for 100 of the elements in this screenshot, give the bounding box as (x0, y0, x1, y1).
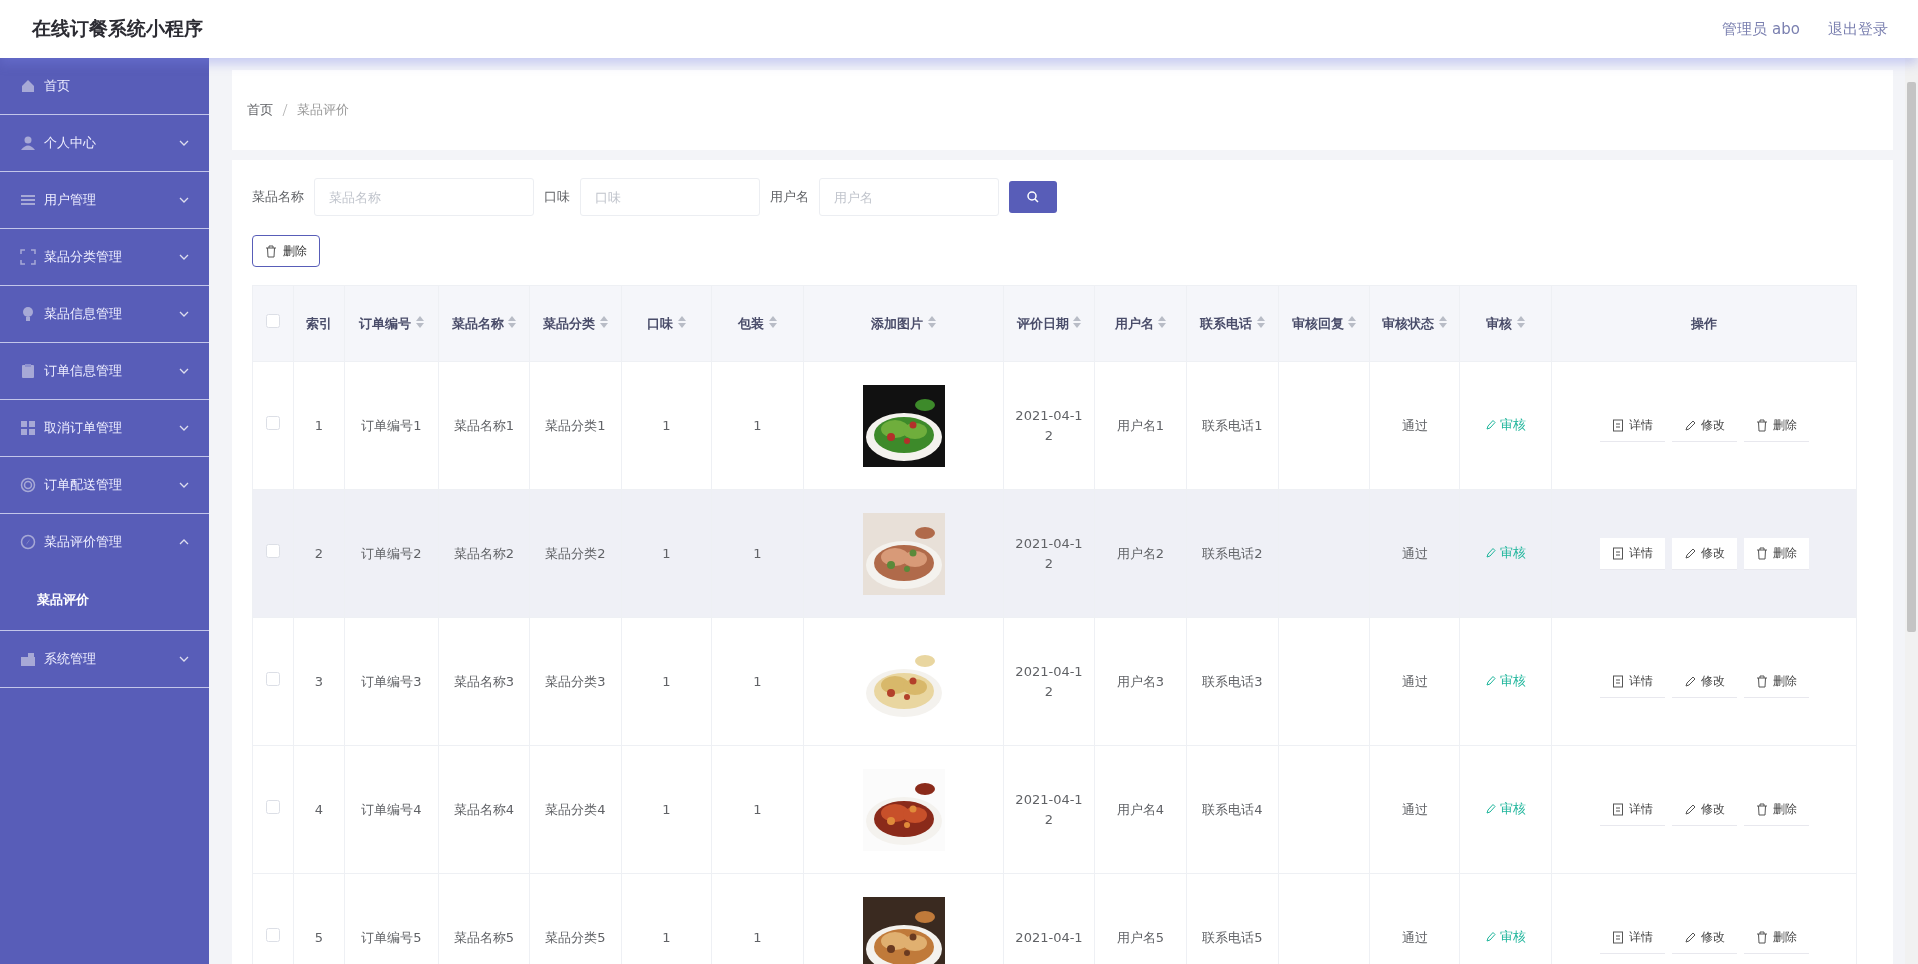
pencil-icon (1683, 546, 1696, 560)
search-button[interactable] (1009, 181, 1057, 213)
grid-icon (20, 420, 36, 436)
breadcrumb-link[interactable]: 首页 (247, 101, 273, 119)
table-cell: 菜品名称1 (453, 417, 515, 433)
bulb-icon (20, 306, 36, 322)
trash-icon (1755, 418, 1768, 432)
column-header[interactable]: 审核 (1486, 315, 1513, 331)
sidebar-item[interactable]: 菜品分类管理 (0, 229, 209, 285)
table-cell: 1 (662, 417, 671, 433)
table-cell: 2021-04-12 (1015, 791, 1083, 827)
column-header[interactable]: 联系电话 (1200, 315, 1253, 331)
column-header[interactable]: 用户名 (1114, 315, 1154, 331)
table-cell: 1 (314, 417, 324, 433)
checkbox[interactable] (266, 543, 280, 558)
breadcrumb-current: 菜品评价 (297, 101, 349, 119)
compass-icon (20, 534, 36, 550)
table-cell: 2021-04-12 (1015, 535, 1083, 571)
trash-icon (265, 244, 277, 258)
table-cell: 联系电话5 (1202, 929, 1263, 945)
table-cell: 菜品名称3 (453, 673, 515, 689)
field-label: 用户名 (770, 188, 809, 206)
clipboard-icon (20, 363, 36, 379)
table-cell: 1 (753, 929, 762, 945)
table-cell: 3 (314, 673, 324, 689)
pencil-icon (1683, 674, 1696, 688)
sidebar-item[interactable]: 用户管理 (0, 172, 209, 228)
input-field[interactable]: 菜品名称 (314, 178, 534, 216)
column-header[interactable]: 评价日期 (1016, 315, 1069, 331)
trash-icon (1755, 674, 1768, 688)
table-cell: 4 (314, 801, 324, 817)
action-button[interactable]: 详情 (1599, 537, 1665, 570)
document-icon (1611, 674, 1624, 688)
table-cell: 订单编号3 (361, 673, 422, 689)
table-cell: 菜品名称5 (453, 929, 515, 945)
table-cell: 订单编号1 (361, 417, 422, 433)
pencil-icon (1683, 930, 1696, 944)
table-cell: 菜品分类4 (545, 801, 606, 817)
column-header[interactable]: 包装 (738, 315, 765, 331)
sidebar-item[interactable]: 系统管理 (0, 631, 209, 687)
trash-icon (1755, 802, 1768, 816)
column-header[interactable]: 菜品分类 (543, 315, 596, 331)
table-cell: 1 (662, 673, 671, 689)
document-icon (1611, 418, 1624, 432)
action-button[interactable]: 删除 (1743, 537, 1809, 570)
pencil-icon (1485, 803, 1496, 815)
checkbox[interactable] (266, 799, 280, 814)
column-header: 索引 (306, 315, 332, 331)
search-icon (1027, 191, 1039, 203)
sidebar-item[interactable]: 首页 (0, 58, 209, 114)
document-icon (1611, 546, 1624, 560)
checkbox[interactable] (266, 415, 280, 430)
input-field[interactable]: 用户名 (819, 178, 999, 216)
table-cell: 通过 (1401, 545, 1428, 561)
table-cell: 5 (314, 929, 324, 945)
delete-button[interactable]: 删除 (252, 235, 320, 267)
sidebar-item[interactable]: 订单信息管理 (0, 343, 209, 399)
action-button[interactable]: 修改 (1671, 537, 1737, 570)
table-cell: 通过 (1401, 801, 1428, 817)
sidebar-item[interactable]: 菜品信息管理 (0, 286, 209, 342)
menu-icon (20, 192, 36, 208)
table-cell: 菜品分类5 (545, 929, 606, 945)
table-cell: 菜品分类2 (545, 545, 606, 561)
briefcase-icon (20, 651, 36, 667)
column-header[interactable]: 订单编号 (359, 315, 412, 331)
table-cell: 联系电话3 (1202, 673, 1263, 689)
sidebar-item[interactable]: 取消订单管理 (0, 400, 209, 456)
sidebar-item[interactable]: 菜品评价管理 (0, 514, 209, 570)
table-cell: 2021-04-12 (1015, 663, 1083, 699)
trash-icon (1755, 546, 1768, 560)
pencil-icon (1683, 418, 1696, 432)
trash-icon (1755, 930, 1768, 944)
table-cell: 1 (662, 545, 671, 561)
document-icon (1611, 930, 1624, 944)
table-cell: 1 (753, 545, 762, 561)
document-icon (1611, 802, 1624, 816)
logout-link[interactable]: 退出登录 (1828, 19, 1888, 39)
table-cell: 1 (753, 673, 762, 689)
table-cell: 订单编号4 (361, 801, 422, 817)
sidebar-item[interactable]: 个人中心 (0, 115, 209, 171)
sidebar-item[interactable]: 订单配送管理 (0, 457, 209, 513)
table-cell: 1 (662, 929, 671, 945)
ring-icon (20, 477, 36, 493)
checkbox[interactable] (266, 313, 280, 328)
column-header[interactable]: 添加图片 (871, 315, 924, 331)
column-header[interactable]: 审核状态 (1382, 315, 1435, 331)
column-header[interactable]: 口味 (647, 315, 674, 331)
checkbox[interactable] (266, 671, 280, 686)
column-header[interactable]: 菜品名称 (451, 315, 504, 331)
table-cell: 通过 (1401, 673, 1428, 689)
table-cell: 用户名5 (1116, 929, 1165, 945)
checkbox[interactable] (266, 927, 280, 942)
sidebar-subitem[interactable]: 菜品评价 (0, 570, 209, 630)
pencil-icon (1485, 419, 1496, 431)
column-header[interactable]: 审核回复 (1291, 315, 1344, 331)
pencil-icon (1485, 675, 1496, 687)
column-header: 操作 (1691, 315, 1717, 331)
table-cell: 1 (753, 801, 762, 817)
table-cell: 联系电话2 (1202, 545, 1263, 561)
table-cell: 菜品分类1 (545, 417, 606, 433)
